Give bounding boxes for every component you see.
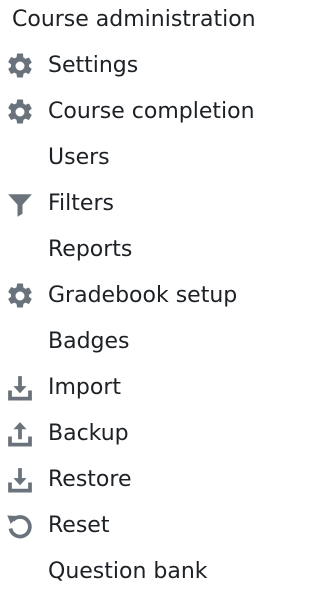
menu-item-label: Users (48, 145, 110, 170)
menu-item-gradebook-setup[interactable]: Gradebook setup (0, 273, 286, 319)
menu-item-users[interactable]: Users (0, 135, 286, 181)
menu-item-course-completion[interactable]: Course completion (0, 89, 286, 135)
download-tray-icon (5, 373, 35, 403)
menu-item-badges[interactable]: Badges (0, 319, 286, 365)
menu-item-reset[interactable]: Reset (0, 503, 286, 549)
gear-icon (5, 51, 35, 81)
gear-icon (5, 281, 35, 311)
gear-icon (5, 97, 35, 127)
upload-tray-icon (5, 419, 35, 449)
menu-item-question-bank[interactable]: Question bank (0, 549, 286, 595)
menu-list: Settings Course completion Users Filters… (0, 43, 286, 595)
course-administration-menu: Course administration Settings Course co… (0, 0, 286, 587)
menu-item-label: Course completion (48, 99, 255, 124)
filter-icon (5, 189, 35, 219)
menu-item-label: Reset (48, 513, 110, 538)
menu-item-label: Settings (48, 53, 139, 78)
menu-item-backup[interactable]: Backup (0, 411, 286, 457)
download-tray-icon (5, 465, 35, 495)
menu-item-label: Badges (48, 329, 130, 354)
menu-item-import[interactable]: Import (0, 365, 286, 411)
menu-item-label: Restore (48, 467, 132, 492)
menu-item-reports[interactable]: Reports (0, 227, 286, 273)
menu-item-label: Import (48, 375, 122, 400)
menu-item-restore[interactable]: Restore (0, 457, 286, 503)
menu-item-label: Reports (48, 237, 133, 262)
menu-item-settings[interactable]: Settings (0, 43, 286, 89)
menu-item-filters[interactable]: Filters (0, 181, 286, 227)
menu-item-label: Question bank (48, 559, 208, 584)
reset-icon (5, 511, 35, 541)
menu-item-label: Filters (48, 191, 114, 216)
menu-item-label: Backup (48, 421, 129, 446)
menu-title: Course administration (12, 7, 256, 32)
menu-item-label: Gradebook setup (48, 283, 238, 308)
